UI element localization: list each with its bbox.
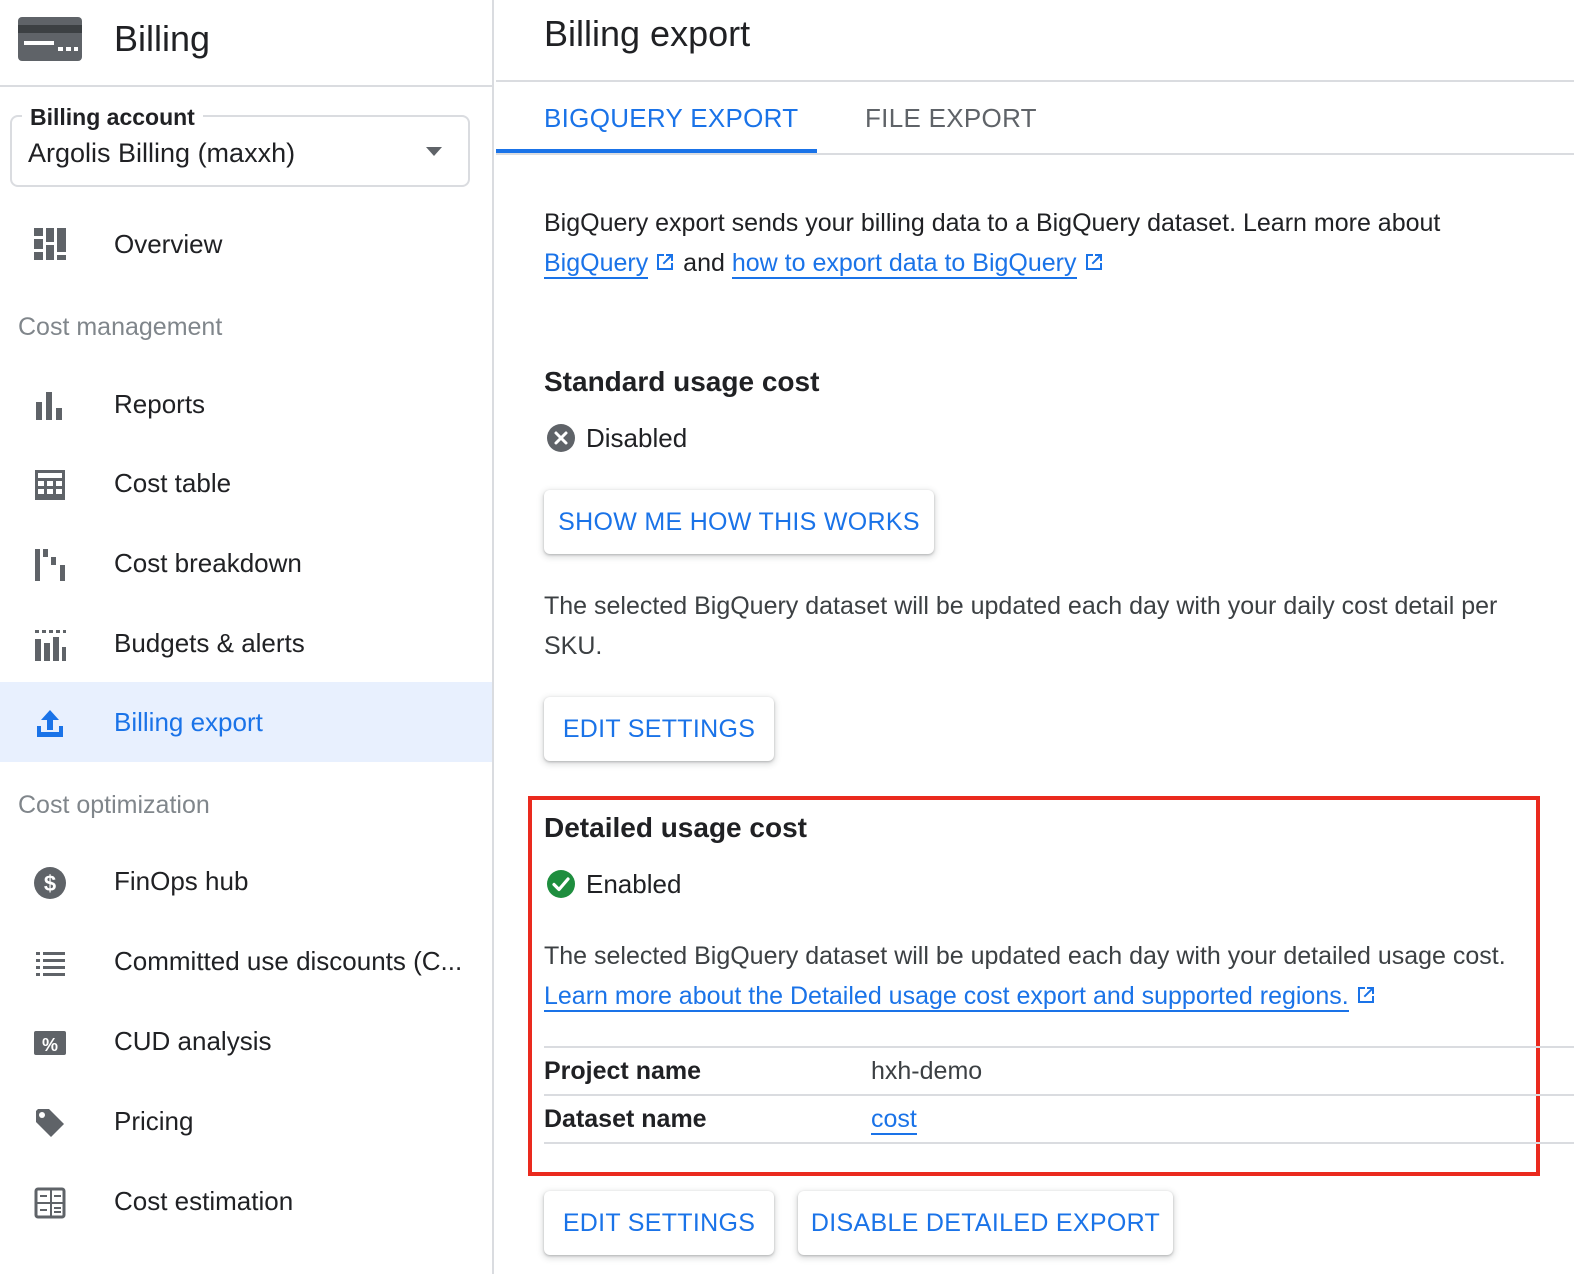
show-me-how-button[interactable]: SHOW ME HOW THIS WORKS [544, 490, 934, 554]
divider [496, 80, 1574, 82]
sidebar-item-finops-hub[interactable]: $ FinOps hub [0, 841, 492, 921]
dollar-circle-icon: $ [34, 867, 66, 899]
sidebar-item-committed-use-discounts[interactable]: Committed use discounts (C... [0, 921, 492, 1001]
app-title: Billing [114, 18, 211, 59]
detailed-learn-more: Learn more about the Detailed usage cost… [544, 976, 1377, 1016]
svg-text:%: % [42, 1035, 58, 1055]
list-icon [36, 952, 65, 976]
check-circle-icon [547, 870, 575, 898]
sidebar-item-cud-analysis[interactable]: % CUD analysis [0, 1001, 492, 1081]
project-name-value: hxh-demo [871, 1057, 983, 1085]
sidebar-item-label: Pricing [114, 1106, 194, 1136]
waterfall-icon [35, 549, 65, 581]
sidebar-item-label: Budgets & alerts [114, 628, 305, 658]
sidebar-item-label: Cost breakdown [114, 548, 302, 578]
sidebar-item-cost-estimation[interactable]: Cost estimation [0, 1161, 492, 1241]
detailed-description: The selected BigQuery dataset will be up… [544, 942, 1506, 970]
section-cost-management: Cost management [18, 313, 223, 341]
billing-account-select[interactable]: Billing account Argolis Billing (maxxh) [10, 103, 470, 187]
external-link-icon [1085, 254, 1102, 270]
standard-edit-settings-button[interactable]: EDIT SETTINGS [544, 697, 774, 761]
intro-text: BigQuery export sends your billing data … [544, 203, 1554, 283]
sidebar-item-pricing[interactable]: Pricing [0, 1081, 492, 1161]
sidebar-item-label: Billing export [114, 707, 263, 737]
tag-icon [36, 1109, 64, 1137]
page-title: Billing export [544, 13, 751, 54]
export-data-link[interactable]: how to export data to BigQuery [731, 249, 1077, 279]
upload-icon [37, 710, 63, 737]
sidebar-item-reports[interactable]: Reports [0, 364, 492, 444]
calculator-icon [34, 1187, 66, 1219]
sidebar-item-label: Cost table [114, 468, 232, 498]
disable-detailed-export-button[interactable]: DISABLE DETAILED EXPORT [798, 1191, 1173, 1255]
billing-account-label: Billing account [22, 103, 203, 131]
standard-usage-heading: Standard usage cost [544, 366, 820, 397]
project-name-label: Project name [544, 1057, 702, 1085]
sidebar: Billing Billing account Argolis Billing … [0, 0, 494, 1274]
table-icon [35, 470, 65, 500]
sidebar-header: Billing [0, 0, 492, 87]
status-text: Disabled [586, 423, 688, 453]
sidebar-item-billing-export[interactable]: Billing export [0, 682, 492, 762]
detailed-usage-heading: Detailed usage cost [544, 812, 807, 843]
sidebar-item-overview[interactable]: Overview [0, 204, 492, 284]
sidebar-item-cost-table[interactable]: Cost table [0, 443, 492, 523]
bar-chart-icon [36, 392, 62, 420]
dashboard-icon [34, 228, 66, 260]
learn-more-detailed-link[interactable]: Learn more about the Detailed usage cost… [544, 982, 1349, 1012]
sidebar-item-budgets-alerts[interactable]: Budgets & alerts [0, 603, 492, 683]
tab-file-export[interactable]: FILE EXPORT [865, 98, 1037, 138]
divider [544, 1142, 1574, 1144]
detailed-edit-settings-button[interactable]: EDIT SETTINGS [544, 1191, 774, 1255]
external-link-icon [1357, 987, 1374, 1003]
dataset-name-label: Dataset name [544, 1105, 707, 1133]
dataset-name-value: cost [871, 1101, 917, 1137]
tab-bigquery-export[interactable]: BIGQUERY EXPORT [544, 98, 798, 138]
divider [496, 153, 1574, 155]
sidebar-item-label: Committed use discounts (C... [114, 946, 463, 976]
intro-description: BigQuery export sends your billing data … [544, 209, 1441, 237]
standard-description: The selected BigQuery dataset will be up… [544, 592, 1498, 660]
sidebar-item-cost-breakdown[interactable]: Cost breakdown [0, 523, 492, 603]
budget-icon [35, 630, 66, 661]
dataset-link[interactable]: cost [871, 1105, 917, 1135]
sidebar-item-label: FinOps hub [114, 866, 249, 896]
percent-icon: % [34, 1031, 66, 1055]
divider [544, 1046, 1574, 1048]
cancel-circle-icon [547, 424, 575, 452]
sidebar-item-label: Cost estimation [114, 1186, 294, 1216]
section-cost-optimization: Cost optimization [18, 791, 210, 819]
svg-text:$: $ [44, 871, 56, 896]
sidebar-item-label: Overview [114, 229, 223, 259]
status-text: Enabled [586, 869, 682, 899]
main-content: Billing export BIGQUERY EXPORT FILE EXPO… [496, 0, 1574, 1274]
chevron-down-icon [426, 147, 442, 156]
billing-card-icon [18, 17, 82, 61]
sidebar-item-label: CUD analysis [114, 1026, 272, 1056]
intro-and: and [683, 249, 725, 277]
billing-account-value: Argolis Billing (maxxh) [28, 138, 296, 168]
sidebar-item-label: Reports [114, 389, 206, 419]
bigquery-link[interactable]: BigQuery [544, 249, 649, 279]
external-link-icon [657, 254, 674, 270]
divider [544, 1094, 1574, 1096]
